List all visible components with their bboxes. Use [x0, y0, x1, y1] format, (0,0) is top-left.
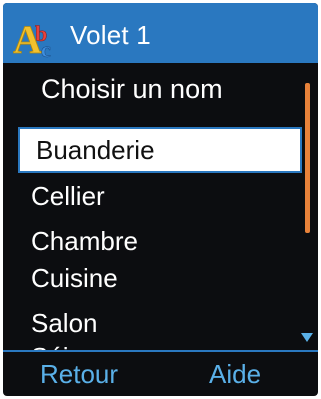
name-list: Buanderie Cellier Chambre Cuisine Salon …: [3, 123, 303, 351]
list-item-cellier[interactable]: Cellier: [31, 181, 105, 211]
softkey-divider: [3, 350, 318, 352]
scroll-down-arrow-icon: [301, 333, 313, 342]
scrollbar-thumb[interactable]: [305, 83, 310, 233]
list-item-salon[interactable]: Salon: [31, 308, 98, 338]
back-softkey[interactable]: Retour: [40, 359, 118, 389]
title-bar: A b c Volet 1: [3, 3, 318, 63]
prompt-heading: Choisir un nom: [41, 74, 223, 104]
svg-text:c: c: [41, 37, 51, 59]
help-softkey[interactable]: Aide: [209, 359, 261, 389]
abc-letters-icon: A b c: [13, 17, 51, 59]
device-screen: A b c Volet 1 Choisir un nom Buanderie C…: [3, 3, 318, 396]
list-item-chambre[interactable]: Chambre: [31, 226, 138, 256]
window-title: Volet 1: [70, 20, 151, 50]
list-item-buanderie[interactable]: Buanderie: [18, 127, 302, 173]
list-item-cuisine[interactable]: Cuisine: [31, 263, 118, 293]
